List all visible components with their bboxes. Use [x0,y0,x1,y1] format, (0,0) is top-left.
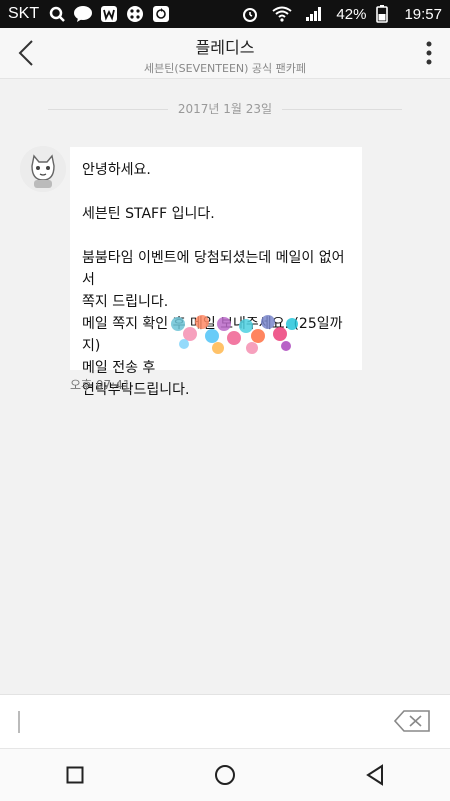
page-subtitle: 세븐틴(SEVENTEEN) 공식 팬카페 [143,62,307,75]
date-divider: 2017년 1월 23일 [0,100,450,117]
header-titles: 플레디스 세븐틴(SEVENTEEN) 공식 팬카페 [60,34,390,76]
message-line: 붐붐타임 이벤트에 당첨되셨는데 메일이 없어서 [82,250,345,288]
signal-icon [304,5,324,23]
redaction-smear [171,315,298,354]
battery-percent: 42% [336,5,367,23]
text-caret [18,711,20,733]
message-time: 오후 07:41 [70,378,131,392]
circle-icon [215,765,235,785]
backspace-icon [393,710,430,732]
message-line: 안녕하세요. [82,162,151,178]
chat-header: 플레디스 세븐틴(SEVENTEEN) 공식 팬카페 [0,28,450,79]
back-nav-button[interactable] [363,763,387,787]
clock: 19:57 [404,5,442,23]
page-title: 플레디스 [195,38,255,57]
clear-button[interactable] [393,710,430,732]
wifi-icon [272,5,293,23]
more-vert-icon [426,41,432,65]
w-app-icon [99,5,119,23]
system-nav-bar [0,748,450,801]
triangle-back-icon [366,764,383,786]
back-button[interactable] [14,38,42,68]
carrier-label: SKT [8,5,40,22]
talk-icon [73,5,93,23]
battery-icon [372,5,392,23]
more-menu-button[interactable] [424,40,434,66]
recycle-icon [151,5,171,23]
message-line: 세븐틴 STAFF 입니다. [82,206,215,222]
message-composer[interactable] [0,694,450,749]
status-bar: SKT 42% 19:57 [0,0,450,28]
search-icon [47,5,67,23]
alarm-icon [240,5,260,23]
square-icon [66,766,84,784]
avatar[interactable] [20,146,66,192]
date-label: 2017년 1월 23일 [177,102,273,116]
app-dots-icon [125,5,145,23]
cat-avatar-icon [20,146,66,192]
recents-button[interactable] [63,763,87,787]
chevron-left-icon [18,40,33,66]
home-button[interactable] [213,763,237,787]
